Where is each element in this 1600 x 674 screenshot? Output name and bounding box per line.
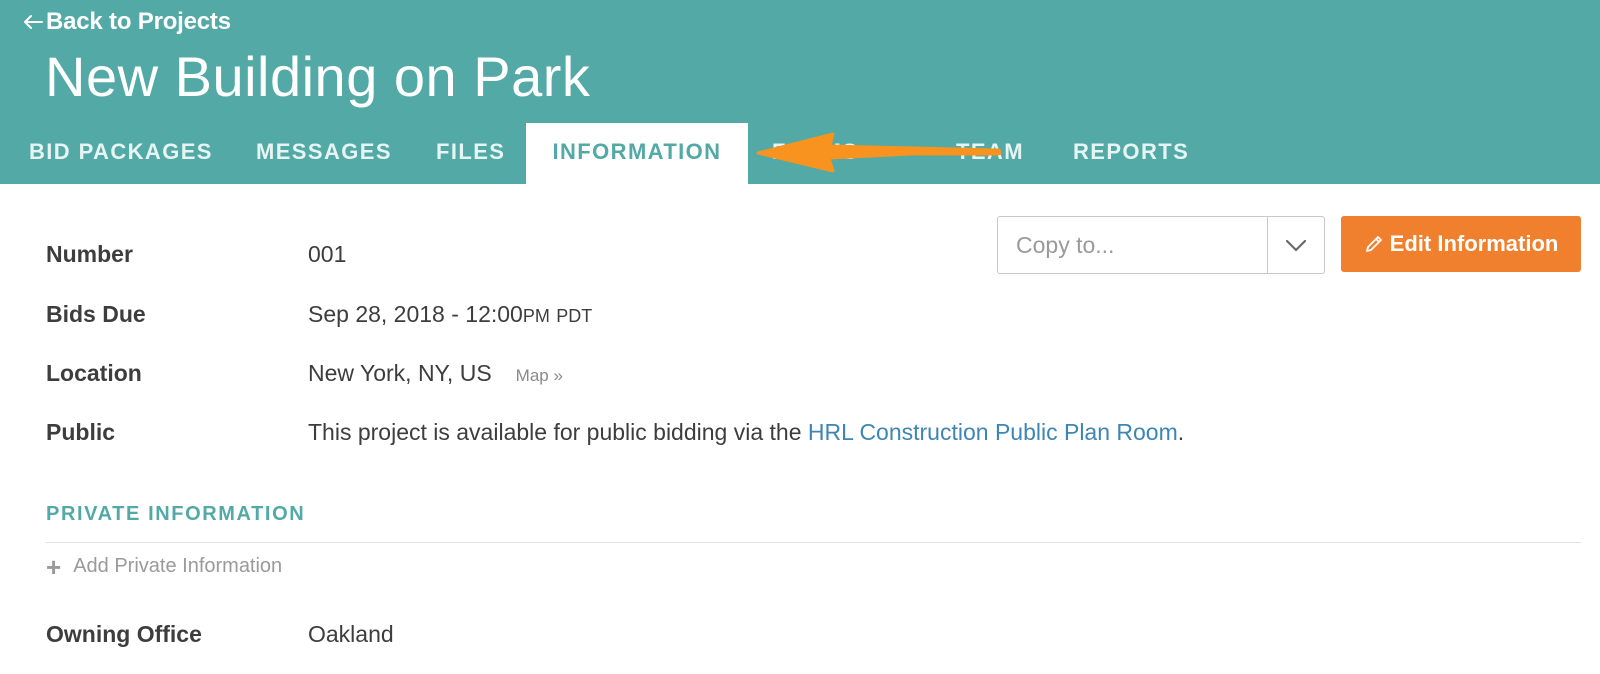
back-to-projects-link[interactable]: Back to Projects: [22, 8, 231, 36]
map-link[interactable]: Map »: [516, 366, 563, 385]
public-text: This project is available for public bid…: [308, 419, 808, 445]
tab-forms[interactable]: FORMS: [772, 123, 858, 184]
bids-due-ampm: PM: [522, 306, 550, 326]
tab-information[interactable]: INFORMATION: [526, 123, 748, 184]
number-label: Number: [46, 241, 133, 267]
owning-office-value: Oakland: [308, 621, 394, 647]
select-divider: [1267, 217, 1268, 273]
page-title: New Building on Park: [45, 45, 591, 108]
tab-messages[interactable]: MESSAGES: [256, 123, 392, 184]
project-header: Back to Projects New Building on Park BI…: [0, 0, 1600, 184]
owning-office-label: Owning Office: [46, 621, 202, 647]
location-value-row: New York, NY, US Map »: [308, 360, 563, 387]
public-text-end: .: [1177, 419, 1185, 445]
public-label: Public: [46, 419, 116, 445]
location-value: New York, NY, US: [308, 360, 492, 386]
public-plan-room-link[interactable]: HRL Construction Public Plan Room: [808, 419, 1178, 445]
number-value: 001: [308, 241, 347, 267]
project-tabs: BID PACKAGES MESSAGES FILES INFORMATION …: [0, 123, 1600, 184]
tab-team[interactable]: TEAM: [956, 123, 1024, 184]
bids-due-timezone: PDT: [556, 306, 593, 326]
bids-due-label: Bids Due: [46, 301, 146, 327]
arrow-left-icon: [24, 15, 43, 29]
plus-icon: +: [46, 551, 62, 582]
copy-to-select[interactable]: Copy to...: [997, 216, 1325, 274]
edit-button-label: Edit Information: [1389, 231, 1559, 256]
tab-reports[interactable]: REPORTS: [1073, 123, 1189, 184]
chevron-down-icon[interactable]: [1283, 235, 1309, 255]
tab-files[interactable]: FILES: [436, 123, 505, 184]
bids-due-value: Sep 28, 2018 - 12:00PM PDT: [308, 301, 592, 328]
public-value: This project is available for public bid…: [308, 419, 1184, 446]
bids-due-date: Sep 28, 2018 - 12:00: [308, 301, 523, 327]
add-private-label: Add Private Information: [73, 555, 283, 577]
tab-bid-packages[interactable]: BID PACKAGES: [29, 123, 213, 184]
add-private-information-button[interactable]: + Add Private Information: [46, 551, 283, 582]
copy-to-placeholder: Copy to...: [1016, 232, 1115, 258]
edit-information-button[interactable]: Edit Information: [1341, 216, 1581, 272]
section-divider: [46, 542, 1581, 543]
location-label: Location: [46, 360, 142, 386]
private-information-heading: PRIVATE INFORMATION: [46, 503, 306, 525]
back-link-label: Back to Projects: [46, 8, 231, 35]
pencil-icon: [1365, 236, 1382, 252]
